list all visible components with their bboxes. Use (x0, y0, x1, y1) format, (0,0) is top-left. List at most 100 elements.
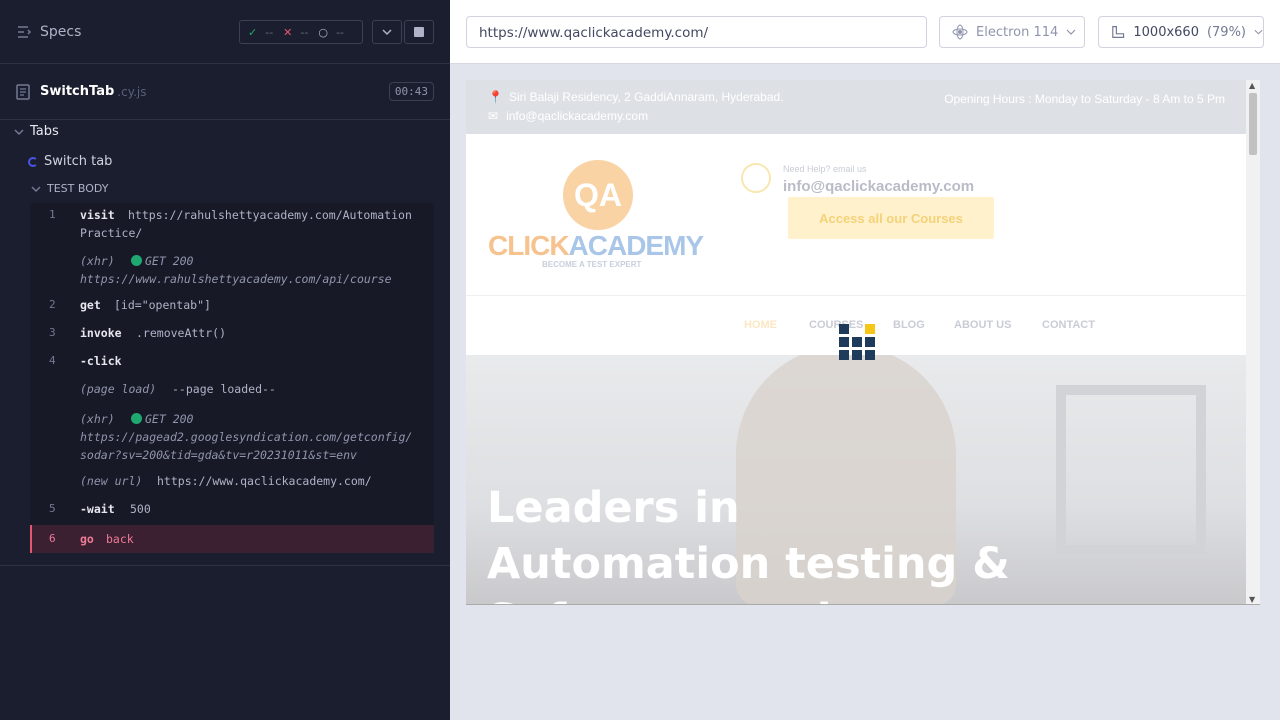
running-spinner-icon (28, 156, 38, 167)
status-dot-icon (131, 255, 142, 266)
chevron-down-icon (14, 128, 24, 135)
pending-icon: ○ (318, 25, 328, 39)
access-courses-button[interactable]: Access all our Courses (788, 197, 994, 239)
command-name: invoke (80, 326, 122, 340)
command-row[interactable]: (xhr) GET 200 https://pagead2.googlesynd… (30, 410, 434, 464)
hero-line: Automation testing & (487, 539, 1010, 589)
command-row[interactable]: 2 get [id="opentab"] (30, 296, 434, 316)
command-row[interactable]: 5 -wait 500 (30, 500, 434, 520)
specs-toggle-button[interactable]: Specs (16, 24, 81, 40)
passed-count: -- (265, 25, 274, 39)
scroll-thumb[interactable] (1249, 93, 1257, 155)
command-row-active[interactable]: 6 go back (30, 525, 434, 553)
site-topbar: 📍 Siri Balaji Residency, 2 GaddiAnnaram,… (466, 80, 1260, 134)
suite-title: Tabs (30, 124, 59, 139)
command-name: (xhr) (80, 412, 115, 426)
site-email-top[interactable]: info@qaclickacademy.com (506, 109, 648, 123)
command-row[interactable]: (new url) https://www.qaclickacademy.com… (30, 472, 434, 492)
help-person-icon (741, 163, 771, 193)
command-number: 6 (49, 532, 56, 545)
help-email[interactable]: info@qaclickacademy.com (783, 178, 974, 195)
command-name: get (80, 298, 101, 312)
command-message: [id="opentab"] (114, 298, 211, 312)
command-row[interactable]: 3 invoke .removeAttr() (30, 324, 434, 344)
test-body-toggle[interactable]: TEST BODY (31, 182, 108, 195)
test-title: Switch tab (44, 154, 113, 169)
command-number: 2 (49, 298, 56, 311)
scroll-down-icon[interactable]: ▼ (1249, 595, 1255, 604)
hero-line: Software testing (487, 592, 1010, 604)
command-message: 500 (130, 502, 151, 516)
command-name: (xhr) (80, 254, 115, 268)
test-switch-tab[interactable]: Switch tab (28, 154, 112, 169)
chevron-down-icon (31, 185, 41, 192)
loading-spinner-icon (839, 324, 875, 360)
auto-scroll-toggle-button[interactable] (372, 20, 402, 44)
browser-label: Electron 114 (976, 24, 1059, 40)
nav-blog[interactable]: BLOG (893, 319, 925, 331)
command-message: .removeAttr() (136, 326, 227, 340)
specs-list-icon (18, 25, 32, 38)
command-name: -click (80, 354, 122, 368)
failed-count: -- (300, 25, 309, 39)
aut-scrollbar[interactable]: ▲ ▼ (1246, 80, 1260, 604)
command-message: GET 200 (145, 412, 194, 426)
url-bar[interactable]: https://www.qaclickacademy.com/ (466, 16, 927, 48)
command-number: 5 (49, 502, 56, 515)
logo-tagline: BECOME A TEST EXPERT (542, 260, 642, 269)
hero-banner: Leaders in Automation testing & Software… (466, 355, 1246, 604)
pending-count: -- (335, 25, 344, 39)
command-name: go (80, 532, 94, 546)
hero-heading: Leaders in Automation testing & Software… (487, 480, 1010, 604)
hero-frame-image (1056, 385, 1206, 555)
command-row[interactable]: (xhr) GET 200 https://www.rahulshettyaca… (30, 252, 434, 288)
browser-selector[interactable]: Electron 114 (939, 16, 1085, 48)
nav-home[interactable]: HOME (744, 319, 777, 331)
command-name: (page load) (80, 382, 157, 396)
opening-hours: Opening Hours : Monday to Saturday - 8 A… (944, 92, 1225, 106)
command-name: visit (80, 208, 115, 222)
command-message: Practice/ (80, 226, 143, 240)
electron-icon (952, 24, 968, 40)
nav-about-us[interactable]: ABOUT US (954, 319, 1011, 331)
command-message: sodar?sv=200&tid=gda&tv=r20231011&st=env (80, 448, 357, 462)
spec-name: SwitchTab (40, 84, 115, 99)
specs-label: Specs (40, 23, 82, 40)
command-log: 1 visit https://rahulshettyacademy.com/A… (30, 203, 434, 553)
stop-button[interactable] (404, 20, 434, 44)
ruler-icon (1112, 26, 1125, 38)
envelope-icon: ✉ (488, 109, 499, 123)
scroll-up-icon[interactable]: ▲ (1249, 81, 1255, 90)
command-message: https://rahulshettyacademy.com/Automatio… (128, 208, 412, 222)
logo-academy: ACADEMY (568, 230, 705, 261)
command-message: back (106, 532, 134, 546)
command-name: -wait (80, 502, 115, 516)
aut-iframe[interactable]: 📍 Siri Balaji Residency, 2 GaddiAnnaram,… (466, 80, 1260, 605)
command-row[interactable]: (page load) --page loaded-- (30, 380, 434, 400)
failed-icon: ✕ (283, 25, 293, 39)
hero-line: Leaders in (487, 483, 740, 533)
reporter-panel: Specs ✓ -- ✕ -- ○ -- SwitchTab .cy.js 00… (0, 0, 450, 720)
aut-header: https://www.qaclickacademy.com/ Electron… (450, 0, 1280, 64)
stop-icon (414, 27, 424, 37)
command-number: 1 (49, 208, 56, 221)
site-logo-qa[interactable]: QA (563, 160, 633, 230)
file-icon (16, 83, 30, 100)
command-message: https://www.rahulshettyacademy.com/api/c… (80, 272, 392, 286)
suite-tabs[interactable]: Tabs (14, 124, 59, 139)
command-message: https://pagead2.googlesyndication.com/ge… (80, 430, 413, 444)
chevron-down-icon (1254, 29, 1263, 35)
nav-contact[interactable]: CONTACT (1042, 319, 1095, 331)
command-row[interactable]: 4 -click (30, 352, 434, 372)
command-number: 3 (49, 326, 56, 339)
site-header: QA CLICKACADEMY BECOME A TEST EXPERT Nee… (466, 134, 1260, 296)
command-name: (new url) (80, 474, 143, 488)
viewport-selector[interactable]: 1000x660 (79%) (1098, 16, 1264, 48)
command-row[interactable]: 1 visit https://rahulshettyacademy.com/A… (30, 206, 434, 246)
site-logo-text[interactable]: CLICKACADEMY (488, 230, 705, 262)
chevron-down-icon (1066, 29, 1076, 35)
spec-header: SwitchTab .cy.js 00:43 (0, 64, 450, 120)
test-stats: ✓ -- ✕ -- ○ -- (239, 20, 363, 44)
divider (0, 565, 450, 566)
viewport-scale: (79%) (1206, 24, 1247, 40)
